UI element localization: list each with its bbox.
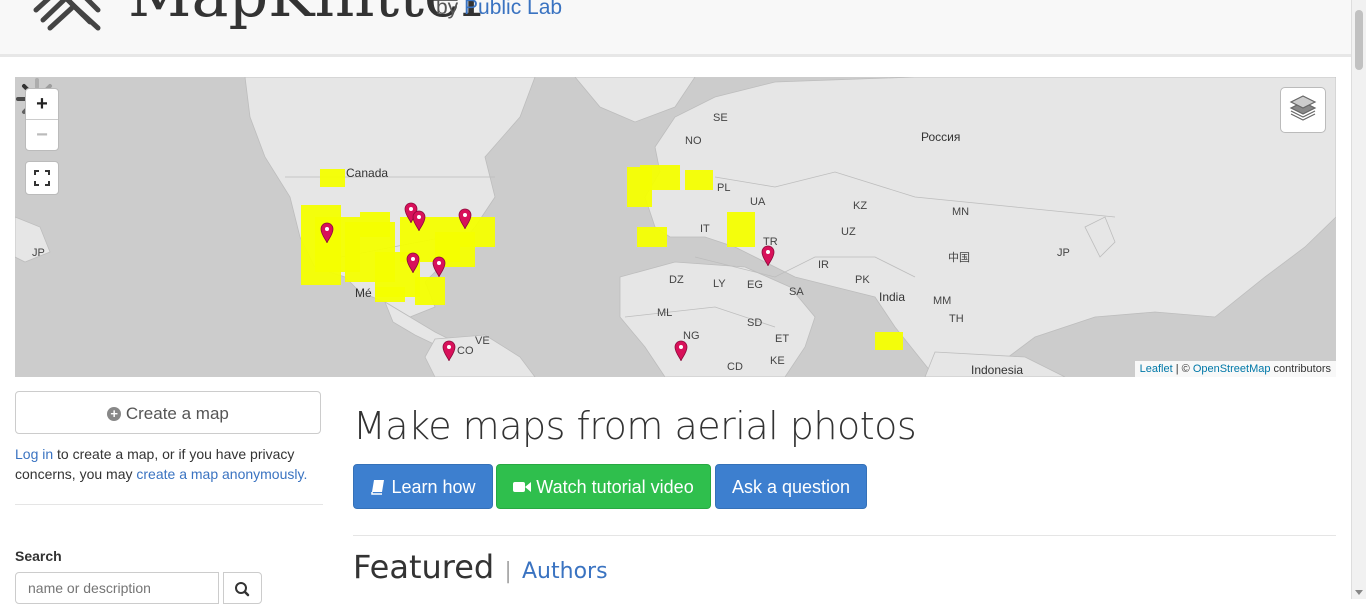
map-label: PL [717, 182, 731, 194]
byline: by Public Lab [436, 0, 562, 20]
map-label: SA [789, 286, 804, 298]
map-label: India [879, 290, 906, 304]
search-label: Search [15, 548, 62, 564]
sidebar-divider [15, 504, 323, 505]
scrollbar-thumb[interactable] [1355, 10, 1363, 70]
learn-how-label: Learn how [391, 477, 476, 497]
section-divider [353, 535, 1336, 536]
video-camera-icon [513, 482, 532, 492]
mapknitter-logo-icon[interactable] [28, 0, 108, 38]
featured-separator: | [504, 559, 512, 584]
zoom-control: + − [25, 88, 59, 151]
map-label: UA [750, 196, 766, 208]
layers-icon [1289, 95, 1317, 121]
search-button[interactable] [223, 572, 262, 604]
map-label: 中国 [948, 252, 970, 264]
sidebar: + Create a map Log in to create a map, o… [15, 391, 323, 505]
map-label: Indonesia [971, 363, 1024, 377]
map-label: MM [933, 295, 952, 307]
login-link[interactable]: Log in [15, 446, 53, 462]
scroll-down-arrow-icon[interactable] [1355, 590, 1363, 595]
map-label: LY [713, 278, 726, 290]
create-map-button[interactable]: + Create a map [15, 391, 321, 434]
learn-how-button[interactable]: Learn how [353, 464, 493, 509]
fullscreen-button[interactable] [25, 161, 59, 195]
map-label: DZ [669, 274, 684, 286]
watch-video-button[interactable]: Watch tutorial video [496, 464, 711, 509]
map-label: Россия [921, 130, 961, 144]
map-label: Canada [346, 166, 389, 180]
map-label: MN [952, 206, 970, 218]
map-label: SD [747, 317, 763, 329]
anonymous-map-link[interactable]: create a map anonymously. [136, 466, 307, 482]
map-label: KE [770, 355, 785, 367]
map-label: CD [727, 361, 743, 373]
map-label: JP [32, 247, 45, 259]
book-icon [371, 480, 385, 495]
map-label: JP [1057, 247, 1070, 259]
search-input[interactable] [15, 572, 219, 604]
plus-circle-icon: + [107, 407, 122, 421]
create-map-label: Create a map [125, 404, 229, 423]
map-label: IT [700, 223, 710, 235]
map-label: ML [657, 307, 673, 319]
map-label: PK [855, 274, 870, 286]
map-label: VE [475, 335, 490, 347]
map-label: KZ [853, 200, 868, 212]
map-label: UZ [841, 226, 856, 238]
attribution-sep: | © [1172, 363, 1193, 375]
featured-heading: Featured | Authors [353, 548, 608, 586]
map-tiles [15, 77, 1336, 377]
map-label: NG [683, 330, 700, 342]
page-title: Make maps from aerial photos [353, 404, 917, 448]
authors-link[interactable]: Authors [522, 559, 608, 584]
byline-by: by [436, 0, 459, 19]
site-header: MapKnitter by Public Lab [0, 0, 1352, 57]
layers-button[interactable] [1280, 87, 1326, 133]
page-scrollbar[interactable] [1351, 0, 1366, 599]
map-label: Mé [355, 286, 372, 300]
map-label: TR [763, 236, 778, 248]
map-label: NO [685, 135, 702, 147]
map-label: CO [457, 345, 474, 357]
watch-video-label: Watch tutorial video [536, 477, 694, 497]
map-marker [432, 256, 446, 278]
map-label: SE [713, 112, 728, 124]
public-lab-link[interactable]: Public Lab [464, 0, 562, 19]
zoom-out-button[interactable]: − [26, 119, 58, 150]
world-map[interactable]: Canada SE NO Россия PL UA KZ MN UZ IT TR… [15, 77, 1336, 377]
map-label: ET [775, 333, 790, 345]
map-label: TH [949, 313, 964, 325]
featured-tab[interactable]: Featured [353, 548, 494, 586]
osm-link[interactable]: OpenStreetMap [1193, 363, 1271, 375]
fullscreen-icon [34, 170, 50, 186]
map-label: IR [818, 259, 829, 271]
zoom-in-button[interactable]: + [26, 89, 58, 119]
attribution-suffix: contributors [1270, 363, 1331, 375]
ask-question-button[interactable]: Ask a question [715, 464, 867, 509]
map-attribution: Leaflet | © OpenStreetMap contributors [1134, 361, 1336, 377]
map-label: EG [747, 279, 763, 291]
login-prompt: Log in to create a map, or if you have p… [15, 444, 323, 484]
leaflet-link[interactable]: Leaflet [1140, 363, 1173, 375]
